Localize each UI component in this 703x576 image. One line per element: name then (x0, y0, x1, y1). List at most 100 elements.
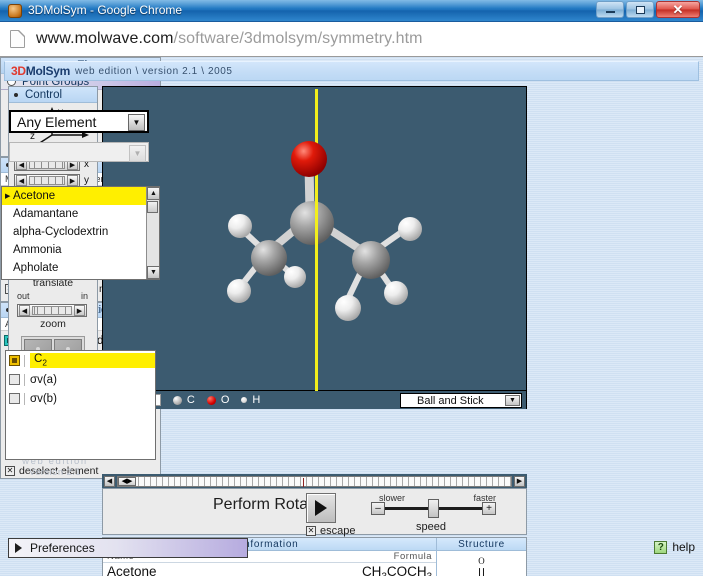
c2-axis-line-front (315, 182, 318, 392)
list-item[interactable]: C2 (6, 351, 155, 370)
list-item[interactable]: Apholate (2, 259, 159, 277)
molecule-name: Ammonia (13, 244, 62, 256)
legend-oxygen-icon (206, 395, 216, 405)
molecule-name: Acetone (13, 190, 56, 202)
brand-3d: 3D (11, 64, 26, 78)
escape-label: escape (320, 525, 356, 537)
zoom-out-label: out (17, 291, 30, 301)
url-path: /software/3dmolsym/symmetry.htm (173, 30, 423, 47)
escape-checkbox-icon[interactable]: ✕ (306, 526, 316, 536)
scroll-down-button[interactable]: ▼ (147, 266, 159, 279)
scroll-thumb[interactable] (147, 201, 158, 213)
window-titlebar: 3DMolSym - Google Chrome ✕ (0, 0, 703, 22)
rotate-y-left-arrow[interactable]: ◀ (16, 175, 27, 186)
rotate-y-right-arrow[interactable]: ▶ (67, 175, 78, 186)
escape-checkbox-row[interactable]: ✕ escape (306, 525, 355, 537)
element-checkbox-icon[interactable] (9, 393, 20, 404)
selection-caret-icon: ▶ (5, 193, 11, 200)
divider (24, 392, 25, 405)
divider (24, 354, 25, 367)
list-item[interactable]: Adamantane (2, 205, 159, 223)
molecules-listbox[interactable]: ▶ Acetone Adamantane alpha-Cyclodextrin … (1, 186, 160, 280)
zoom-spin[interactable]: ◀ ▶ (17, 304, 87, 317)
help-label: help (672, 540, 695, 554)
name-formula-values: Acetone CH3COCH3 (103, 563, 436, 576)
address-bar[interactable]: www.molwave.com/software/3dmolsym/symmet… (0, 22, 703, 57)
zoom-right-arrow[interactable]: ▶ (74, 305, 85, 316)
help-icon: ? (654, 540, 668, 554)
expand-arrow-icon (15, 543, 22, 553)
formula-label: Formula (393, 551, 432, 562)
chevron-down-icon-disabled: ▼ (129, 145, 146, 162)
preferences-button[interactable]: Preferences (8, 538, 248, 558)
molecules-scrollbar[interactable]: ▲ ▼ (146, 187, 159, 279)
list-item[interactable]: alpha-Cyclodextrin (2, 223, 159, 241)
legend-carbon-icon (172, 395, 182, 405)
render-mode-value: Ball and Stick (417, 394, 484, 407)
preferences-label: Preferences (30, 541, 95, 555)
molecule-name-value: Acetone (107, 564, 157, 576)
control-panel-header: Control (9, 87, 97, 103)
app-page: 3D MolSym web edition \ version 2.1 \ 200… (0, 57, 703, 576)
rotation-panel: Perform Rotation ✕ escape slower faster … (102, 488, 527, 537)
element-type-value: Any Element (17, 113, 97, 130)
atom-hydrogen-4 (398, 217, 422, 241)
svg-text:O: O (478, 556, 485, 566)
legend-carbon-label: C (186, 394, 195, 406)
chevron-down-icon[interactable]: ▼ (128, 114, 145, 131)
play-icon (315, 500, 327, 516)
element-type-select[interactable]: Any Element ▼ (9, 110, 149, 133)
element-label: C2 (30, 353, 155, 368)
structure-diagram: O C H₃C CH₃ (478, 556, 485, 576)
element-label: σv(b) (30, 392, 57, 405)
atom-hydrogen-5 (384, 281, 408, 305)
elements-listbox[interactable]: C2 σv(a) σv(b) (5, 350, 156, 460)
list-item[interactable]: σv(b) (6, 389, 155, 408)
page-icon (10, 30, 25, 48)
scroll-left-button[interactable]: ◀ (104, 475, 115, 487)
zoom-left-arrow[interactable]: ◀ (19, 305, 30, 316)
scroll-up-button[interactable]: ▲ (147, 187, 159, 200)
close-button[interactable]: ✕ (656, 1, 700, 18)
molecule-viewport[interactable] (102, 86, 527, 392)
help-button[interactable]: ? help (654, 540, 695, 554)
rotation-thumb[interactable]: ◀▶ (118, 476, 136, 486)
maximize-button[interactable] (626, 1, 654, 18)
minimize-button[interactable] (596, 1, 624, 18)
element-checkbox-icon[interactable] (9, 355, 20, 366)
list-item[interactable]: ▶ Acetone (2, 187, 159, 205)
structure-header: Structure (437, 538, 526, 551)
zoom-track[interactable] (32, 306, 72, 315)
list-item[interactable]: Ammonia (2, 241, 159, 259)
url-domain: www.molwave.com (36, 30, 174, 47)
rotation-track[interactable]: ◀▶ (117, 475, 512, 487)
chevron-down-icon[interactable]: ▼ (505, 395, 520, 406)
list-item[interactable]: σv(a) (6, 370, 155, 389)
element-checkbox-icon[interactable] (9, 374, 20, 385)
element-label: σv(a) (30, 373, 57, 386)
brand-molsym: MolSym (25, 64, 71, 78)
zoom-caption: zoom (40, 318, 66, 330)
legend-oxygen-label: O (220, 394, 230, 406)
legend-hydrogen-icon (241, 397, 248, 403)
atom-hydrogen-3 (284, 266, 306, 288)
speed-increase-button[interactable]: + (482, 502, 496, 515)
structure-section: Structure O C H₃C CH₃ (436, 538, 526, 576)
rotation-center-mark (302, 477, 304, 487)
perform-rotation-button[interactable] (306, 493, 336, 523)
speed-thumb[interactable] (428, 499, 439, 518)
control-panel-title: Control (25, 88, 63, 101)
atom-hydrogen-2 (227, 279, 251, 303)
rotate-y-track[interactable] (29, 176, 65, 185)
app-banner: 3D MolSym web edition \ version 2.1 \ 200… (4, 61, 699, 81)
atom-carbon-right (352, 241, 390, 279)
speed-decrease-button[interactable]: – (371, 502, 385, 515)
legend-hydrogen-label: H (252, 394, 261, 406)
atom-hydrogen-6 (335, 295, 361, 321)
scroll-right-button[interactable]: ▶ (514, 475, 525, 487)
zoom-in-label: in (80, 291, 88, 301)
watermark-version: Version 2.1 (29, 467, 81, 478)
render-mode-select[interactable]: Ball and Stick ▼ (400, 393, 522, 408)
zoom-slider[interactable]: ◀ ▶ (17, 304, 97, 317)
rotation-scrollbar[interactable]: ◀ ◀▶ ▶ (102, 474, 527, 488)
